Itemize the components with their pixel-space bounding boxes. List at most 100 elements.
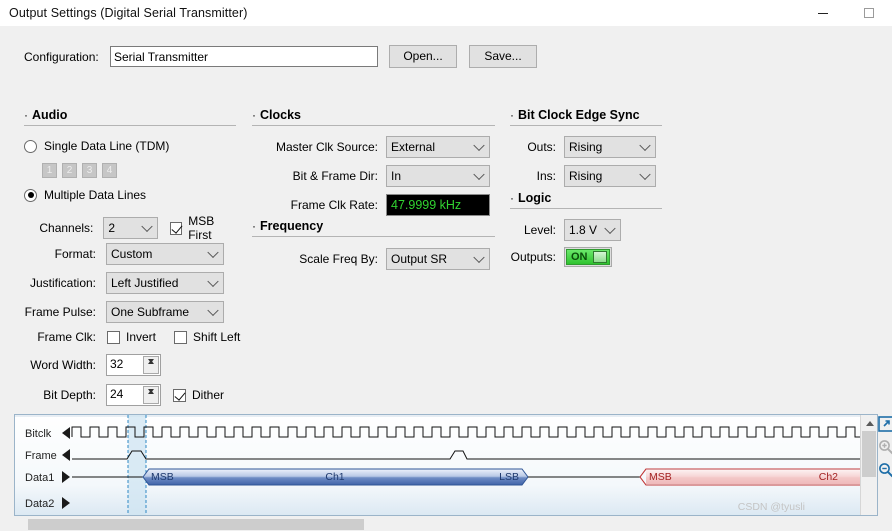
audio-divider: [24, 125, 236, 126]
bit-frame-dir-row: Bit & Frame Dir: In: [252, 165, 490, 187]
msb-first-checkbox[interactable]: [169, 221, 183, 235]
scrollbar-thumb[interactable]: [862, 431, 876, 477]
single-data-line-radio[interactable]: Single Data Line (TDM): [24, 139, 169, 153]
word-width-value: 32: [110, 357, 124, 371]
chevron-down-icon: [140, 220, 153, 233]
save-button[interactable]: Save...: [469, 45, 537, 68]
configuration-row: Configuration: Open... Save...: [0, 45, 892, 72]
msb-first-label: MSB First: [188, 214, 215, 242]
justification-label: Justification:: [29, 276, 96, 290]
ins-select[interactable]: Rising: [564, 165, 656, 187]
logic-bullet-icon: ·: [510, 191, 514, 205]
hscrollbar-thumb[interactable]: [28, 519, 364, 530]
tdm-line-buttons: 1 2 3 4: [42, 163, 122, 178]
svg-text:MSB: MSB: [649, 471, 672, 483]
word-width-spin-buttons[interactable]: [143, 356, 159, 374]
outs-row: Outs: Rising: [510, 136, 656, 158]
scroll-right-arrow-icon[interactable]: [865, 518, 878, 531]
zoom-in-icon[interactable]: [878, 439, 892, 455]
scale-freq-by-row: Scale Freq By: Output SR: [252, 248, 490, 270]
outputs-toggle-label: ON: [571, 251, 588, 263]
minimize-icon: [818, 12, 828, 14]
ins-label: Ins:: [536, 169, 556, 183]
svg-text:Frame: Frame: [25, 450, 57, 462]
waveform-horizontal-scrollbar[interactable]: [14, 518, 878, 531]
multiple-data-lines-radio[interactable]: Multiple Data Lines: [24, 188, 146, 202]
scroll-up-arrow-icon[interactable]: [861, 415, 877, 431]
outputs-toggle-inner: ON: [566, 249, 610, 265]
dither-checkbox[interactable]: [173, 388, 186, 402]
zoom-out-icon[interactable]: [878, 462, 892, 478]
waveform-panel[interactable]: Bitclk Frame Data1 Data2 MSB Ch1 LSB MSB…: [14, 414, 878, 516]
format-row: Format: Custom: [24, 243, 224, 265]
bit-depth-label: Bit Depth:: [43, 388, 96, 402]
audio-section-header: · Audio: [24, 108, 236, 126]
audio-bullet-icon: ·: [24, 108, 28, 122]
svg-text:MSB: MSB: [151, 471, 174, 483]
bit-depth-stepper[interactable]: 24: [106, 384, 161, 406]
tdm-line-button-3[interactable]: 3: [82, 163, 97, 178]
justification-select[interactable]: Left Justified: [106, 272, 224, 294]
chevron-down-icon: [604, 222, 616, 235]
chevron-down-icon: [639, 139, 651, 152]
bit-clock-edge-sync-section-header: · Bit Clock Edge Sync: [510, 108, 662, 126]
chevron-down-icon: [207, 275, 219, 288]
frame-clk-row: Frame Clk: Invert Shift Left: [24, 330, 240, 344]
tdm-line-button-2[interactable]: 2: [62, 163, 77, 178]
frame-clk-label: Frame Clk:: [37, 330, 96, 344]
radio-icon-single-data-line: [24, 139, 37, 153]
waveform-canvas[interactable]: Bitclk Frame Data1 Data2 MSB Ch1 LSB MSB…: [15, 415, 861, 515]
bit-frame-dir-select[interactable]: In: [386, 165, 490, 187]
word-width-row: Word Width: 32: [14, 354, 161, 376]
ins-row: Ins: Rising: [510, 165, 656, 187]
master-clk-source-label: Master Clk Source:: [275, 140, 378, 154]
frequency-section-title: Frequency: [260, 219, 324, 233]
bit-clock-edge-sync-section-title: Bit Clock Edge Sync: [518, 108, 640, 122]
logic-section-header: · Logic: [510, 191, 662, 209]
chevron-down-icon: [473, 168, 485, 181]
level-select[interactable]: 1.8 V: [564, 219, 621, 241]
channels-select[interactable]: 2: [103, 217, 158, 239]
radio-icon-multiple-data-lines: [24, 188, 37, 202]
tdm-line-button-1[interactable]: 1: [42, 163, 57, 178]
bit-clock-edge-sync-divider: [510, 125, 662, 126]
svg-text:Data2: Data2: [25, 498, 54, 510]
frequency-bullet-icon: ·: [252, 219, 256, 233]
outputs-toggle[interactable]: ON: [564, 247, 612, 267]
expand-icon[interactable]: [878, 416, 892, 432]
outs-select[interactable]: Rising: [564, 136, 656, 158]
waveform-vertical-scrollbar[interactable]: [860, 415, 877, 515]
bit-frame-dir-value: In: [391, 169, 402, 183]
format-select[interactable]: Custom: [106, 243, 224, 265]
maximize-button[interactable]: [846, 0, 892, 26]
frame-pulse-select[interactable]: One Subframe: [106, 301, 224, 323]
tdm-line-button-4[interactable]: 4: [102, 163, 117, 178]
clocks-bullet-icon: ·: [252, 108, 256, 122]
master-clk-source-select[interactable]: External: [386, 136, 490, 158]
frame-clk-rate-display[interactable]: 47.9999 kHz: [386, 194, 490, 216]
minimize-button[interactable]: [800, 0, 846, 26]
scale-freq-by-label: Scale Freq By:: [299, 252, 378, 266]
configuration-input[interactable]: [110, 46, 378, 67]
title-bar: Output Settings (Digital Serial Transmit…: [0, 0, 892, 26]
frame-pulse-label: Frame Pulse:: [24, 305, 96, 319]
invert-checkbox[interactable]: [107, 330, 120, 344]
open-button[interactable]: Open...: [389, 45, 457, 68]
bit-depth-spin-buttons[interactable]: [143, 386, 159, 404]
word-width-stepper[interactable]: 32: [106, 354, 161, 376]
scale-freq-by-select[interactable]: Output SR: [386, 248, 490, 270]
frame-clk-rate-value: 47.9999 kHz: [391, 198, 462, 212]
shift-left-checkbox[interactable]: [174, 330, 188, 344]
master-clk-source-row: Master Clk Source: External: [252, 136, 490, 158]
configuration-label: Configuration:: [24, 50, 99, 64]
shift-left-label: Shift Left: [193, 330, 241, 344]
scale-freq-by-value: Output SR: [391, 252, 448, 266]
channels-row: Channels: 2 MSB First: [24, 214, 239, 242]
level-label: Level:: [523, 223, 556, 237]
clocks-section-title: Clocks: [260, 108, 301, 122]
bit-frame-dir-label: Bit & Frame Dir:: [292, 169, 378, 183]
maximize-icon: [864, 8, 874, 18]
frequency-section-header: · Frequency: [252, 219, 495, 237]
scroll-left-arrow-icon[interactable]: [14, 518, 27, 531]
waveform-toolbar: [878, 416, 892, 485]
